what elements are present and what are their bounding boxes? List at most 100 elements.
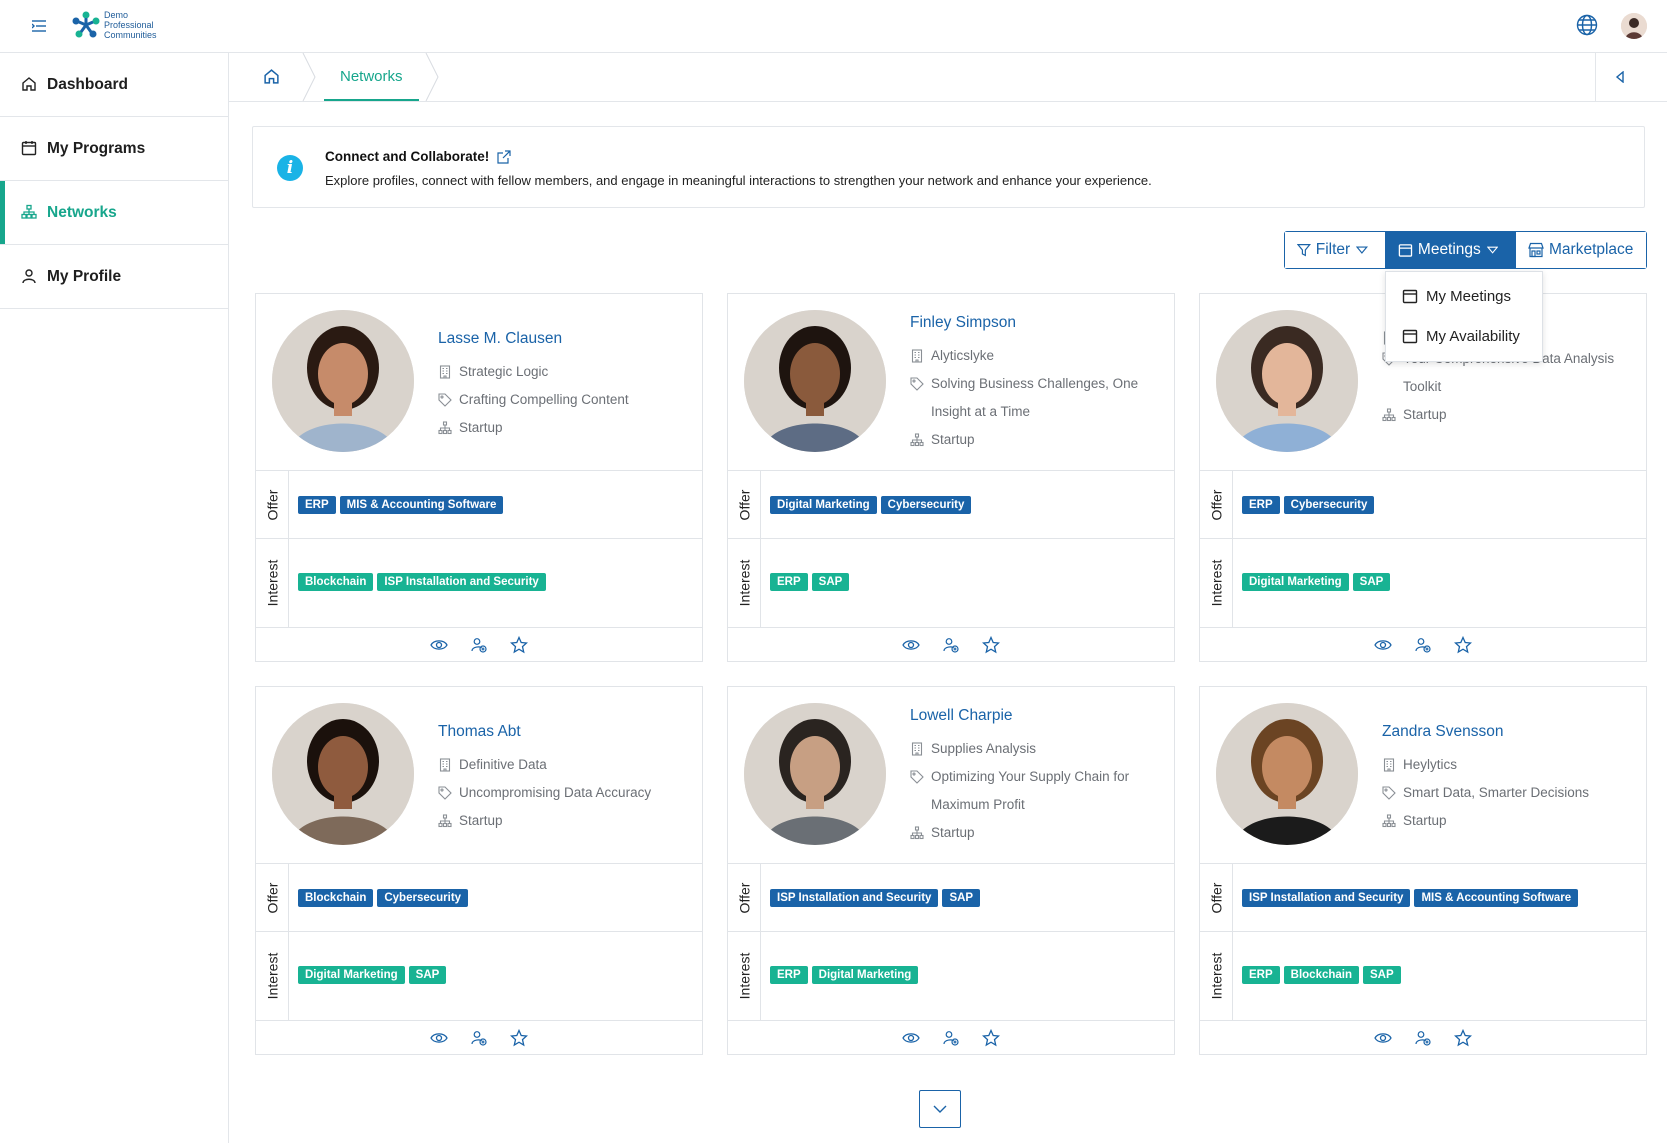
interest-label-text: Interest (736, 559, 753, 607)
favorite-star-icon[interactable] (981, 635, 1001, 655)
sidebar-item-networks[interactable]: Networks (0, 181, 228, 245)
interest-tag[interactable]: Blockchain (1283, 966, 1360, 984)
interest-tag[interactable]: Digital Marketing (811, 966, 919, 984)
profile-photo[interactable] (744, 310, 886, 452)
breadcrumb-current[interactable]: Networks (324, 53, 419, 101)
connect-user-icon[interactable] (469, 635, 489, 655)
interest-tags: ERP Blockchain SAP (1242, 966, 1401, 984)
load-more-button[interactable] (919, 1090, 961, 1128)
offer-tag[interactable]: ISP Installation and Security (770, 889, 939, 907)
profile-info: Lowell Charpie Supplies Analysis Optimiz… (910, 707, 1160, 847)
connect-user-icon[interactable] (1413, 1028, 1433, 1048)
user-icon (21, 268, 39, 286)
sidebar-item-my-profile[interactable]: My Profile (0, 245, 228, 309)
sidebar-item-dashboard[interactable]: Dashboard (0, 53, 228, 117)
offer-tag[interactable]: SAP (942, 889, 981, 907)
offer-tag[interactable]: ISP Installation and Security (1242, 889, 1411, 907)
profile-photo[interactable] (744, 703, 886, 845)
profile-name[interactable]: Thomas Abt (438, 723, 688, 741)
filter-button[interactable]: Filter (1285, 232, 1386, 268)
interest-label-text: Interest (736, 952, 753, 1000)
interest-tag[interactable]: SAP (408, 966, 447, 984)
view-profile-icon[interactable] (1373, 635, 1393, 655)
external-link-icon[interactable] (497, 149, 511, 164)
marketplace-button[interactable]: Marketplace (1515, 232, 1646, 268)
connect-user-icon[interactable] (941, 635, 961, 655)
sidebar-item-my-programs[interactable]: My Programs (0, 117, 228, 181)
offer-tags: ISP Installation and Security SAP (770, 889, 981, 907)
interest-tag[interactable]: Digital Marketing (1242, 573, 1349, 591)
connect-user-icon[interactable] (469, 1028, 489, 1048)
menu-toggle-icon[interactable] (32, 19, 50, 35)
tagline-row: Smart Data, Smarter Decisions (1382, 779, 1632, 807)
profile-photo[interactable] (272, 703, 414, 845)
offer-tag[interactable]: Cybersecurity (880, 496, 972, 514)
profile-name[interactable]: Lasse M. Clausen (438, 330, 688, 348)
brand-line3: Communities (104, 30, 157, 40)
offer-tag[interactable]: MIS & Accounting Software (339, 496, 504, 514)
company-name: Definitive Data (459, 757, 547, 772)
interest-tag[interactable]: SAP (1363, 966, 1401, 984)
interest-tag[interactable]: SAP (1352, 573, 1391, 591)
brand-logo[interactable]: Demo Professional Communities (70, 9, 157, 41)
connect-user-icon[interactable] (1413, 635, 1433, 655)
interest-tag[interactable]: ERP (770, 966, 808, 984)
interest-tags: ERP SAP (770, 573, 850, 591)
view-profile-icon[interactable] (901, 635, 921, 655)
view-profile-icon[interactable] (429, 1028, 449, 1048)
view-profile-icon[interactable] (429, 635, 449, 655)
offer-tag[interactable]: Cybersecurity (377, 889, 469, 907)
favorite-star-icon[interactable] (509, 1028, 529, 1048)
favorite-star-icon[interactable] (981, 1028, 1001, 1048)
offer-tags: ISP Installation and Security MIS & Accou… (1242, 889, 1579, 907)
offer-row: Offer ERP MIS & Accounting Software (256, 470, 702, 538)
breadcrumb-home-icon[interactable] (263, 68, 281, 86)
company-stage: Startup (931, 432, 975, 447)
meetings-button[interactable]: Meetings (1386, 232, 1515, 268)
profile-name[interactable]: Zandra Svensson (1382, 723, 1632, 741)
profile-photo[interactable] (1216, 703, 1358, 845)
profile-tagline: Smart Data, Smarter Decisions (1403, 785, 1590, 800)
connect-user-icon[interactable] (941, 1028, 961, 1048)
view-profile-icon[interactable] (1373, 1028, 1393, 1048)
offer-label: Offer (1200, 864, 1233, 931)
offer-tag[interactable]: MIS & Accounting Software (1414, 889, 1579, 907)
interest-label-text: Interest (264, 952, 281, 1000)
collapse-panel-button[interactable] (1595, 53, 1643, 101)
user-avatar[interactable] (1621, 13, 1647, 39)
offer-tag[interactable]: ERP (298, 496, 336, 514)
interest-label-text: Interest (1208, 952, 1225, 1000)
favorite-star-icon[interactable] (1453, 635, 1473, 655)
view-profile-icon[interactable] (901, 1028, 921, 1048)
interest-tag[interactable]: ERP (1242, 966, 1280, 984)
menu-item-my-meetings[interactable]: My Meetings (1386, 276, 1542, 316)
offer-tag[interactable]: Cybersecurity (1283, 496, 1375, 514)
profile-photo[interactable] (1216, 310, 1358, 452)
offer-tag[interactable]: Blockchain (298, 889, 374, 907)
interest-tag[interactable]: SAP (811, 573, 850, 591)
banner-title: Connect and Collaborate! (325, 149, 511, 164)
globe-icon[interactable] (1576, 14, 1600, 38)
offer-tag[interactable]: Digital Marketing (770, 496, 877, 514)
interest-tag[interactable]: ERP (770, 573, 808, 591)
brand-line1: Demo (104, 10, 129, 20)
store-icon (1528, 242, 1544, 258)
info-banner: i Connect and Collaborate! Explore profi… (252, 126, 1645, 208)
interest-tag[interactable]: ISP Installation and Security (377, 573, 546, 591)
tagline-row: Solving Business Challenges, One Insight… (910, 370, 1160, 426)
interest-tags: Digital Marketing SAP (298, 966, 447, 984)
offer-tag[interactable]: ERP (1242, 496, 1280, 514)
menu-item-my-availability[interactable]: My Availability (1386, 316, 1542, 356)
favorite-star-icon[interactable] (1453, 1028, 1473, 1048)
interest-tag[interactable]: Digital Marketing (298, 966, 405, 984)
tag-icon (438, 779, 459, 807)
interest-tag[interactable]: Blockchain (298, 573, 374, 591)
profile-photo[interactable] (272, 310, 414, 452)
profile-name[interactable]: Finley Simpson (910, 314, 1160, 332)
favorite-star-icon[interactable] (509, 635, 529, 655)
tagline-row: Crafting Compelling Content (438, 386, 688, 414)
profile-card: Thomas Abt Definitive Data Uncompromisin… (255, 686, 703, 1055)
caret-left-icon (1615, 71, 1624, 83)
profile-name[interactable]: Lowell Charpie (910, 707, 1160, 725)
interest-label: Interest (728, 539, 761, 627)
